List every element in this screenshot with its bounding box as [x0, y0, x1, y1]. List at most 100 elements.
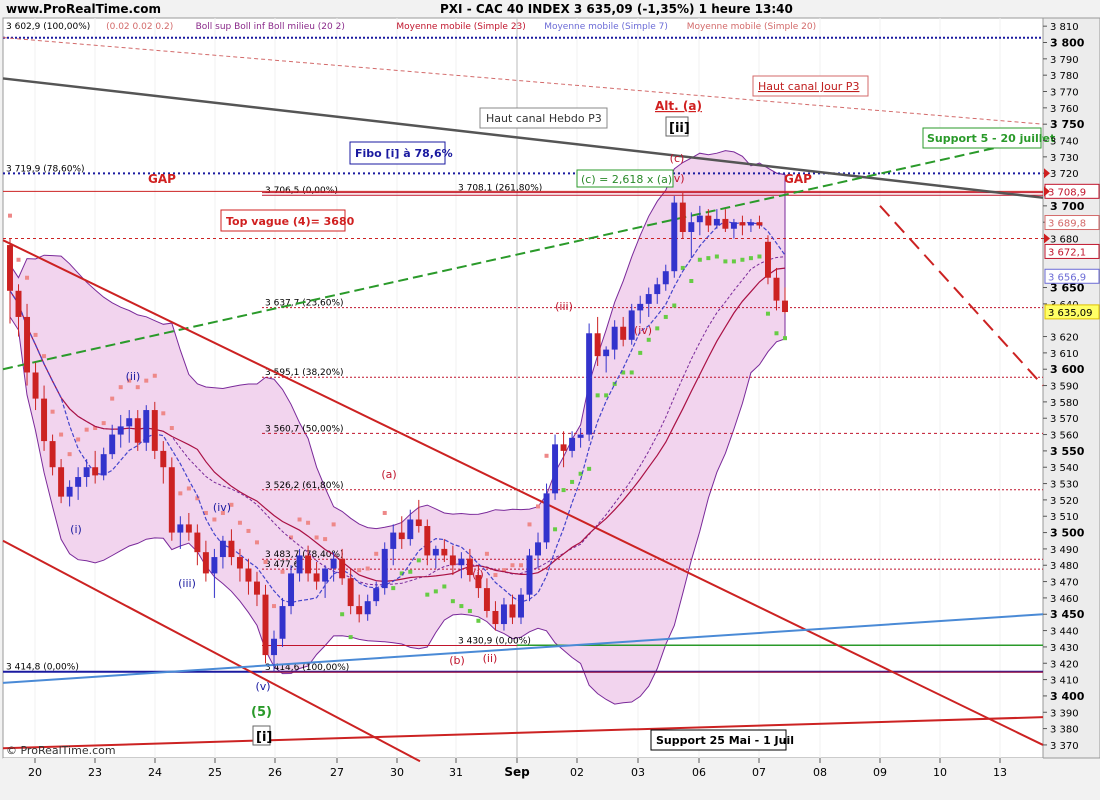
wave-label: (i) — [472, 568, 484, 581]
wave-label: (iii) — [178, 577, 196, 590]
fib-level-label: 3 477,6 — [265, 560, 300, 570]
sar-dot — [570, 479, 575, 484]
candle-body — [483, 588, 490, 611]
sar-dot — [689, 279, 694, 284]
candle-body — [202, 552, 209, 574]
candle-body — [32, 372, 39, 399]
sar-dot — [212, 517, 217, 522]
fib-level-label: 3 414,8 (0,00%) — [6, 663, 79, 673]
candle-body — [279, 606, 286, 639]
y-tick-label: 3 580 — [1050, 398, 1079, 409]
sar-dot — [178, 491, 183, 496]
y-tick-label: 3 600 — [1050, 363, 1085, 376]
y-tick-label: 3 540 — [1050, 463, 1079, 474]
fib-level-label: 3 708,1 (261,80%) — [458, 184, 542, 194]
candle-body — [552, 444, 559, 494]
candle-body — [654, 284, 661, 295]
candle-body — [543, 493, 550, 543]
candle-body — [696, 215, 703, 223]
candle-body — [381, 548, 388, 589]
y-tick-label: 3 610 — [1050, 349, 1079, 360]
y-tick-label: 3 570 — [1050, 414, 1079, 425]
candle-body — [228, 540, 235, 558]
sar-dot — [740, 257, 745, 262]
y-tick-label: 3 480 — [1050, 561, 1079, 572]
sar-dot — [783, 336, 787, 341]
candle-body — [747, 222, 754, 226]
sar-dot — [518, 563, 523, 568]
indicator-4: Moyenne mobile (Simple 7) — [544, 22, 668, 32]
candle-body — [134, 418, 141, 443]
x-tick-label: 03 — [631, 766, 645, 779]
sar-dot — [408, 569, 413, 574]
candle-body — [705, 215, 712, 226]
candle-body — [117, 426, 124, 435]
y-tick-label: 3 740 — [1050, 137, 1079, 148]
candle-body — [288, 573, 295, 607]
candle-body — [407, 519, 414, 540]
x-tick-label: 09 — [873, 766, 887, 779]
candle-body — [271, 638, 277, 656]
sar-dot — [510, 563, 515, 568]
sar-dot — [433, 589, 438, 594]
candle-body — [390, 532, 397, 549]
fib-level-label: 3 526,2 (61,80%) — [265, 481, 344, 491]
y-tick-label: 3 430 — [1050, 643, 1079, 654]
sar-dot — [323, 537, 328, 542]
site-url[interactable]: www.ProRealTime.com — [6, 2, 161, 16]
y-tick-label: 3 720 — [1050, 169, 1079, 180]
wave-ii-top-label: [ii] — [669, 121, 690, 136]
candle-body — [730, 222, 737, 229]
candle-body — [415, 519, 422, 527]
sar-dot — [638, 350, 643, 355]
candle-body — [671, 202, 678, 272]
sar-dot — [297, 517, 302, 522]
y-tick-label: 3 750 — [1050, 118, 1085, 131]
candle-body — [500, 604, 507, 625]
sar-dot — [748, 256, 753, 261]
y-tick-label: 3 470 — [1050, 578, 1079, 589]
sar-dot — [67, 452, 72, 457]
price-marker-label: 3 708,9 — [1048, 187, 1086, 198]
fib-level-label: 3 637,7 (23,60%) — [265, 299, 344, 309]
sar-dot — [101, 421, 106, 426]
candle-body — [313, 573, 320, 582]
sar-dot — [118, 385, 123, 390]
candle-body — [560, 444, 567, 451]
indicator-1: (0.02 0.02 0.2) — [106, 22, 173, 32]
y-tick-label: 3 510 — [1050, 512, 1079, 523]
sar-dot — [161, 411, 166, 416]
haut-canal-jour-label: Haut canal Jour P3 — [758, 80, 859, 93]
sar-dot — [152, 373, 157, 378]
candle-body — [577, 434, 584, 438]
candle-body — [75, 477, 82, 487]
support-5-20-label: Support 5 - 20 juillet — [927, 132, 1055, 145]
candle-body — [449, 555, 456, 566]
sar-dot — [561, 488, 566, 493]
sar-dot — [280, 569, 285, 574]
x-tick-label: 20 — [28, 766, 42, 779]
sar-dot — [467, 608, 472, 613]
sar-dot — [365, 566, 370, 571]
candle-body — [7, 245, 13, 291]
gap-right-label: GAP — [784, 172, 812, 186]
sar-dot — [655, 326, 660, 331]
y-tick-label: 3 590 — [1050, 382, 1079, 393]
candle-body — [24, 316, 31, 373]
sar-dot — [442, 584, 447, 589]
candle-body — [92, 467, 99, 476]
sar-dot — [774, 331, 779, 336]
candle-body — [756, 222, 763, 226]
candle-body — [611, 326, 618, 350]
candle-body — [773, 277, 780, 301]
candle-body — [236, 557, 243, 569]
candle-body — [637, 303, 644, 311]
candle-body — [58, 467, 65, 497]
candle-body — [151, 410, 158, 451]
candle-body — [330, 558, 337, 569]
candle-body — [262, 594, 269, 656]
candle-body — [305, 555, 312, 574]
candle-body — [15, 290, 22, 317]
y-tick-label: 3 680 — [1050, 235, 1079, 246]
sar-dot — [348, 635, 353, 640]
